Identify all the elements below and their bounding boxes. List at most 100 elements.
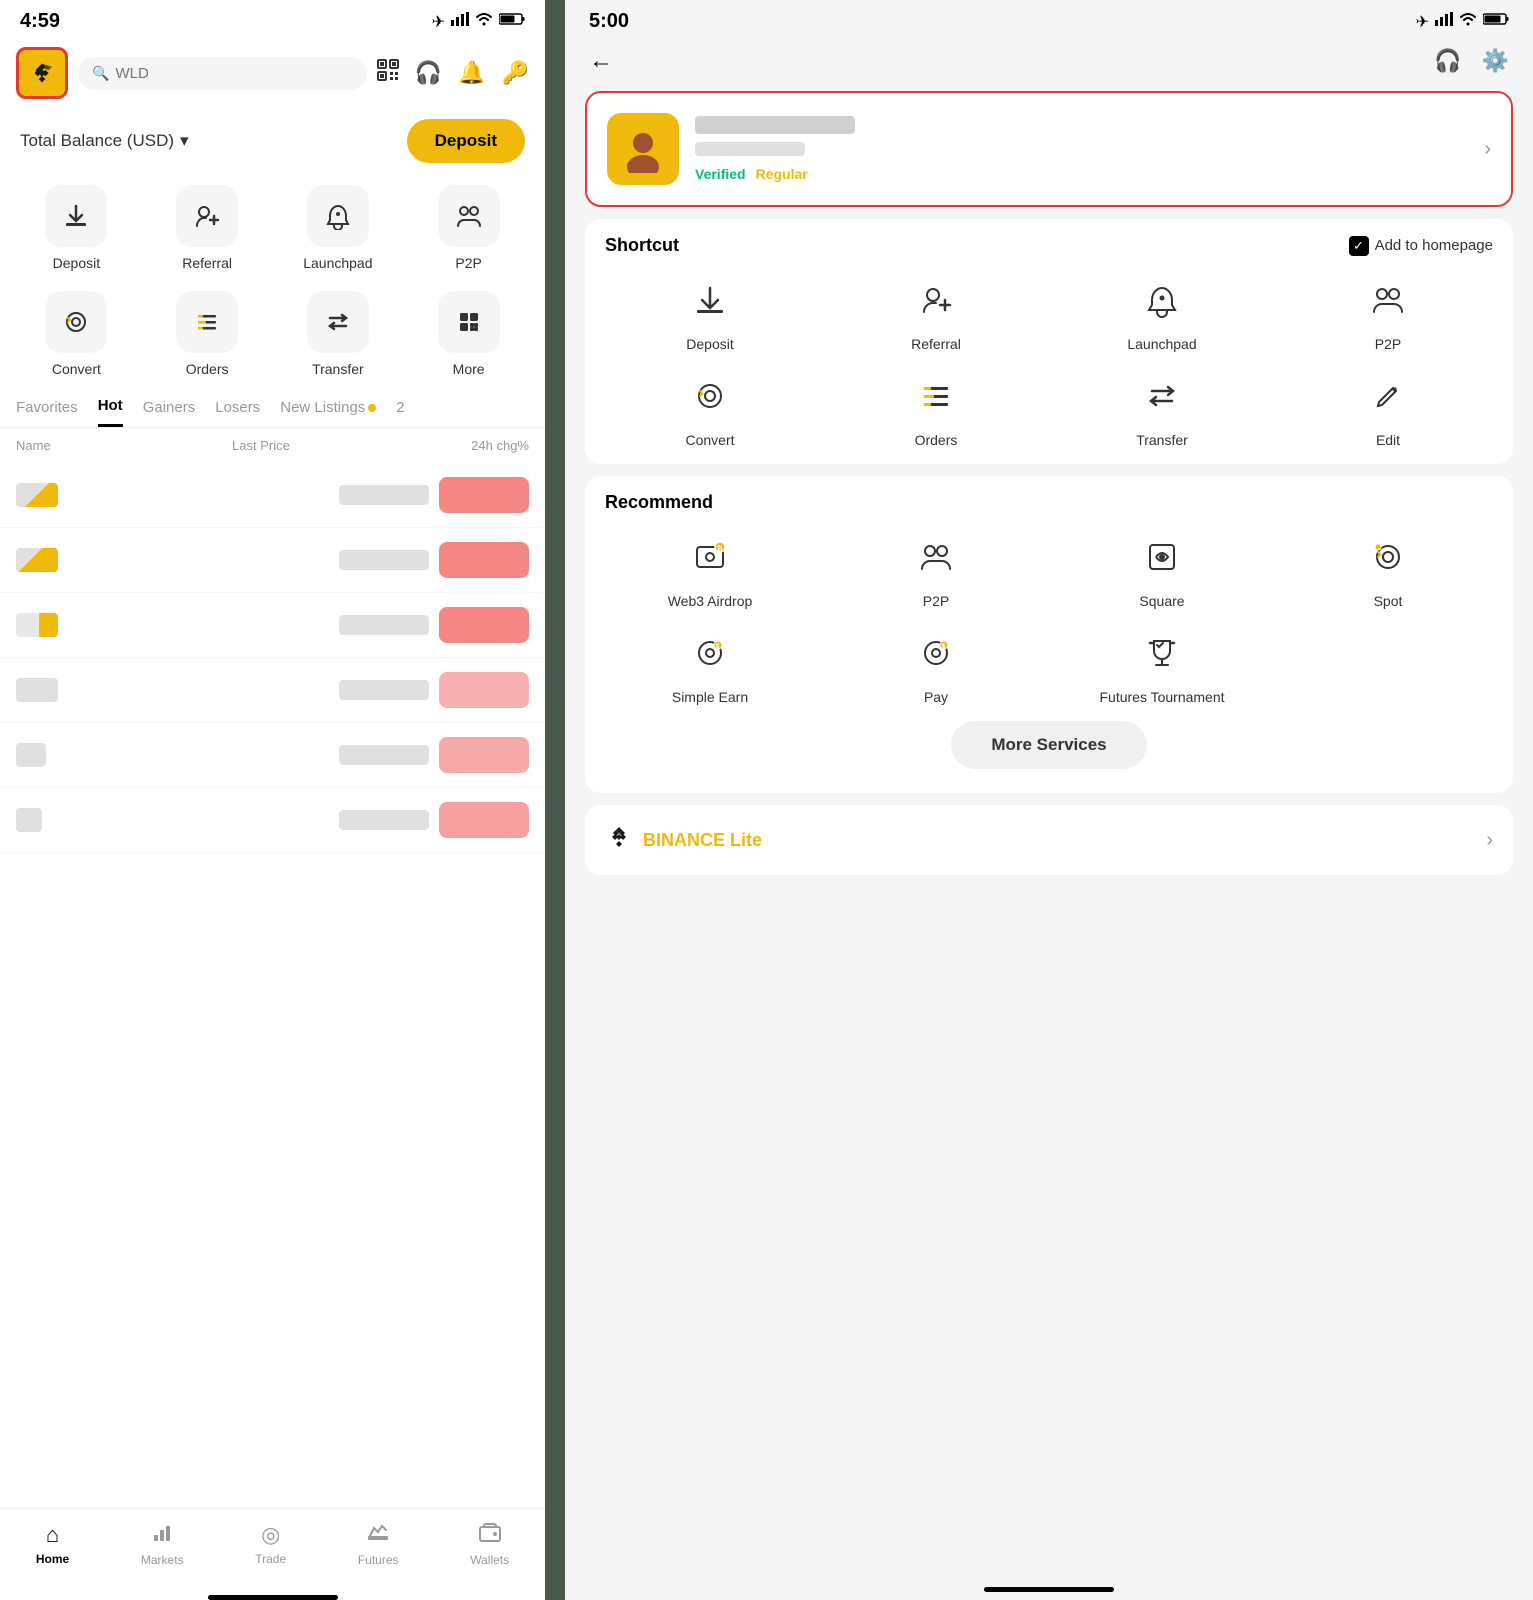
- action-referral[interactable]: Referral: [147, 185, 268, 271]
- nav-home-label: Home: [36, 1552, 69, 1566]
- price-col: [339, 615, 429, 635]
- table-row[interactable]: [0, 463, 545, 528]
- recommend-p2p-label: P2P: [923, 593, 949, 609]
- recommend-futures-tournament[interactable]: Futures Tournament: [1057, 625, 1267, 705]
- table-row[interactable]: [0, 788, 545, 853]
- coin-info: [16, 483, 329, 507]
- table-row[interactable]: [0, 723, 545, 788]
- scan-icon[interactable]: [377, 59, 399, 87]
- back-button[interactable]: ←: [589, 47, 613, 75]
- recommend-web3-airdrop[interactable]: ₿ Web3 Airdrop: [605, 529, 815, 609]
- action-transfer[interactable]: Transfer: [278, 291, 399, 377]
- verified-badge: Verified: [695, 166, 746, 182]
- action-convert[interactable]: Convert: [16, 291, 137, 377]
- orders-icon: [176, 291, 238, 353]
- shortcut-convert[interactable]: Convert: [605, 368, 815, 448]
- futures-tournament-icon: [1134, 625, 1190, 681]
- lite-banner-chevron-icon: ›: [1486, 829, 1493, 852]
- shortcut-launchpad-icon: [1134, 272, 1190, 328]
- shortcut-p2p[interactable]: P2P: [1283, 272, 1493, 352]
- coin-thumb: [16, 808, 42, 832]
- nav-home[interactable]: ⌂ Home: [36, 1522, 69, 1566]
- right-headphone-icon[interactable]: 🎧: [1434, 48, 1461, 74]
- search-icon: 🔍: [92, 65, 109, 82]
- tab-new-listings[interactable]: New Listings: [280, 399, 376, 426]
- search-input[interactable]: [115, 65, 195, 82]
- left-status-icons: ✈: [432, 12, 525, 32]
- square-icon: [1134, 529, 1190, 585]
- profile-icon[interactable]: 🔑: [502, 60, 529, 86]
- table-row[interactable]: [0, 658, 545, 723]
- binance-logo[interactable]: [16, 47, 68, 99]
- action-launchpad[interactable]: Launchpad: [278, 185, 399, 271]
- market-tabs: Favorites Hot Gainers Losers New Listing…: [0, 387, 545, 428]
- orders-label: Orders: [186, 361, 229, 377]
- tab-losers[interactable]: Losers: [215, 399, 260, 426]
- action-orders[interactable]: Orders: [147, 291, 268, 377]
- binance-text-black: BINANCE: [643, 830, 725, 850]
- shortcut-edit-label: Edit: [1376, 432, 1400, 448]
- left-panel: 4:59 ✈: [0, 0, 545, 1600]
- lite-banner-left: BINANCE Lite: [605, 823, 762, 857]
- quick-actions-row1: Deposit Referral Launchpad P2P: [0, 175, 545, 281]
- nav-markets[interactable]: Markets: [141, 1521, 184, 1567]
- right-settings-icon[interactable]: ⚙️: [1482, 48, 1509, 74]
- market-list: [0, 463, 545, 1508]
- shortcut-edit[interactable]: Edit: [1283, 368, 1493, 448]
- search-bar[interactable]: 🔍: [78, 57, 367, 90]
- coin-info: [16, 678, 329, 702]
- change-col: [439, 802, 529, 838]
- add-to-homepage[interactable]: ✓ Add to homepage: [1349, 236, 1493, 256]
- shortcut-p2p-label: P2P: [1375, 336, 1401, 352]
- shortcut-transfer[interactable]: Transfer: [1057, 368, 1267, 448]
- recommend-row2: $ Simple Earn $ Pay Futures Tournament: [605, 625, 1493, 705]
- table-row[interactable]: [0, 593, 545, 658]
- deposit-button[interactable]: Deposit: [407, 119, 525, 163]
- shortcut-orders[interactable]: Orders: [831, 368, 1041, 448]
- tab-more[interactable]: 2: [396, 399, 404, 426]
- recommend-pay[interactable]: $ Pay: [831, 625, 1041, 705]
- recommend-square[interactable]: Square: [1057, 529, 1267, 609]
- table-row[interactable]: [0, 528, 545, 593]
- right-battery-icon: [1483, 12, 1509, 31]
- shortcut-referral[interactable]: Referral: [831, 272, 1041, 352]
- action-deposit[interactable]: Deposit: [16, 185, 137, 271]
- binance-lite-logo-icon: [605, 823, 633, 857]
- action-more[interactable]: More: [408, 291, 529, 377]
- shortcut-orders-label: Orders: [915, 432, 958, 448]
- nav-futures[interactable]: Futures: [358, 1521, 399, 1567]
- action-p2p[interactable]: P2P: [408, 185, 529, 271]
- markets-icon: [151, 1521, 173, 1549]
- nav-icons: 🎧 🔔 🔑: [377, 59, 529, 87]
- binance-lite-banner[interactable]: BINANCE Lite ›: [585, 805, 1513, 875]
- tab-hot[interactable]: Hot: [98, 397, 123, 427]
- bell-icon[interactable]: 🔔: [458, 60, 485, 86]
- tab-favorites[interactable]: Favorites: [16, 399, 78, 426]
- wallets-icon: [479, 1521, 501, 1549]
- tab-gainers[interactable]: Gainers: [143, 399, 196, 426]
- shortcut-launchpad[interactable]: Launchpad: [1057, 272, 1267, 352]
- recommend-spot[interactable]: Spot: [1283, 529, 1493, 609]
- convert-label: Convert: [52, 361, 101, 377]
- profile-name-blur: [695, 116, 855, 134]
- balance-label[interactable]: Total Balance (USD) ▾: [20, 131, 189, 151]
- trade-icon: ◎: [261, 1522, 280, 1548]
- more-services-button[interactable]: More Services: [951, 721, 1146, 769]
- futures-icon: [367, 1521, 389, 1549]
- headphone-icon[interactable]: 🎧: [415, 60, 442, 86]
- right-status-bar: 5:00 ✈: [565, 0, 1533, 39]
- profile-card[interactable]: Verified Regular ›: [585, 91, 1513, 207]
- transfer-label: Transfer: [312, 361, 364, 377]
- left-status-bar: 4:59 ✈: [0, 0, 545, 39]
- recommend-p2p[interactable]: P2P: [831, 529, 1041, 609]
- nav-trade[interactable]: ◎ Trade: [255, 1522, 286, 1566]
- recommend-simple-earn[interactable]: $ Simple Earn: [605, 625, 815, 705]
- home-icon: ⌂: [46, 1522, 59, 1548]
- recommend-row1: ₿ Web3 Airdrop P2P Square: [605, 529, 1493, 609]
- spot-icon: [1360, 529, 1416, 585]
- shortcut-section: Shortcut ✓ Add to homepage Deposit: [585, 219, 1513, 464]
- nav-wallets[interactable]: Wallets: [470, 1521, 509, 1567]
- right-location-icon: ✈: [1416, 12, 1429, 32]
- shortcut-deposit[interactable]: Deposit: [605, 272, 815, 352]
- right-signal-icon: [1435, 12, 1453, 31]
